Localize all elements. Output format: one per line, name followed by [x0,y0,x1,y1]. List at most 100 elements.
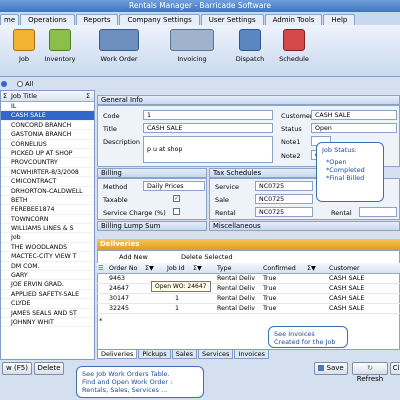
work-orders-callout: See Job Work Orders Table. Find and Open… [76,366,204,398]
col-order-no[interactable]: Order No [109,263,137,274]
customer-field[interactable]: CASH SALE [311,110,397,120]
job-list-item[interactable]: IL [1,102,94,112]
schedule-icon [283,29,305,51]
rental-tax-select[interactable]: NC0725 [255,207,313,217]
job-list: Σ Job Title Σ IL CASH SALE CONCORD BRANCH G… [0,90,95,360]
menu-company-settings[interactable]: Company Settings [119,14,200,25]
sigma-filter-icon[interactable]: Σ▼ [307,263,316,274]
menu-user-settings[interactable]: User Settings [200,14,264,25]
note2-label: Note2 [281,152,301,160]
invoicing-icon [170,29,214,51]
table-row[interactable]: 9463 Rental Deliv True CASH SALE [97,274,400,284]
menu-home[interactable]: me [0,14,20,25]
dispatch-button[interactable]: Dispatch [230,29,270,73]
job-list-item[interactable]: CASH SALE [1,111,94,121]
job-list-item[interactable]: Job [1,233,94,243]
col-type[interactable]: Type [217,263,231,274]
tab-services[interactable]: Services [198,349,234,359]
job-list-header: Σ Job Title Σ [1,91,94,102]
job-list-item[interactable]: CONCORD BRANCH [1,121,94,131]
col-job-id[interactable]: Job Id [167,263,185,274]
close-button[interactable]: Cl [390,362,400,375]
job-list-item[interactable]: CLYDE [1,299,94,309]
filter-radio-active[interactable] [1,81,7,87]
status-field[interactable]: Open [311,123,397,133]
job-list-item[interactable]: DM COM. [1,262,94,272]
inventory-button[interactable]: Inventory [42,29,78,73]
tab-invoices[interactable]: Invoices [234,349,270,359]
job-list-item[interactable]: FEREBEE1874 [1,205,94,215]
delete-selected-button[interactable]: Delete Selected [181,253,233,261]
job-list-item[interactable]: DRHORTON-CALDWELL [1,187,94,196]
job-list-item[interactable]: THE WOODLANDS [1,243,94,253]
refresh-button[interactable]: ↻ Refresh [352,362,388,383]
inventory-icon [49,29,71,51]
work-order-tooltip: Open WO: 24647 [151,281,211,292]
job-list-item[interactable]: CMICONTRACT [1,177,94,187]
job-list-item[interactable]: MACTEC-CITY VIEW T [1,252,94,262]
col-customer[interactable]: Customer [329,263,360,274]
menu-help[interactable]: Help [323,14,356,25]
job-list-item[interactable]: CORNELIUS [1,140,94,149]
job-list-item[interactable]: WILLIAMS LINES & S [1,224,94,234]
job-list-item[interactable]: PROVCOUNTRY [1,158,94,168]
cell-order: 9463 [109,275,126,282]
taxable-checkbox[interactable]: ✓ [173,195,180,202]
job-list-item[interactable]: JOE ERVIN GRAD. [1,280,94,290]
cell-type: Rental Deliv [217,275,255,282]
menu-reports[interactable]: Reports [75,14,119,25]
grid-settings-icon[interactable]: ☰ [98,263,104,274]
deliveries-tabs: Deliveries Pickups Sales Services Invoic… [97,349,270,359]
title-field[interactable]: CASH SALE [143,123,273,133]
table-row[interactable]: 30147 1 Rental Deliv True CASH SALE [97,294,400,304]
menu-admin-tools[interactable]: Admin Tools [264,14,323,25]
job-list-item[interactable]: PICKED UP AT SHOP [1,149,94,159]
job-button[interactable]: Job [6,29,42,73]
tab-pickups[interactable]: Pickups [138,349,171,359]
job-list-item[interactable]: GARY [1,271,94,281]
cell-customer: CASH SALE [329,275,365,282]
delete-job-button[interactable]: Delete [34,362,64,375]
cell-job: 1 [175,305,180,312]
tab-deliveries[interactable]: Deliveries [97,349,138,359]
job-list-item[interactable]: BETH [1,196,94,206]
sigma-filter-icon[interactable]: Σ▼ [145,263,154,274]
service-charge-label: Service Charge (%) [103,209,166,217]
job-list-item[interactable]: MCWHIRTER-8/3/2008 [1,168,94,178]
deliveries-grid-header: ☰ Order No Σ▼ Job Id Σ▼ Type Confirmed Σ… [97,263,400,274]
save-button[interactable]: Save [314,362,348,375]
col-confirmed[interactable]: Confirmed [263,263,296,274]
description-field[interactable]: p u at shop [143,136,273,163]
table-row[interactable]: 246471Rental DelivTrueCASH SALE [97,284,400,294]
rental-field[interactable] [359,207,397,217]
table-row[interactable]: 32245 1 Rental Deliv True CASH SALE [97,304,400,314]
new-job-button[interactable]: w (F5) [2,362,32,375]
billing-header: Billing [97,168,207,178]
job-list-item[interactable]: TOWNCORN [1,215,94,225]
filter-radio-all[interactable] [17,81,24,87]
job-list-item[interactable]: JOHNNY WHIT [1,318,94,328]
tab-sales[interactable]: Sales [171,349,197,359]
job-list-item[interactable]: GASTONIA BRANCH [1,130,94,140]
add-new-button[interactable]: Add New [119,253,148,261]
sigma-filter-icon[interactable]: Σ▼ [193,263,202,274]
work-order-button[interactable]: Work Order [86,29,152,73]
sigma-icon[interactable]: Σ [86,91,94,101]
code-field[interactable]: 1 [143,110,273,120]
general-info-header: General Info [97,95,400,105]
description-label: Description [103,138,141,146]
method-select[interactable]: Daily Prices [143,181,205,191]
new-row-marker: * [99,317,103,325]
job-list-item[interactable]: JAMES SEALS AND ST [1,309,94,318]
job-list-item[interactable]: APPLIED SAFETY-SALE [1,290,94,300]
invoicing-button[interactable]: Invoicing [162,29,222,73]
menu-operations[interactable]: Operations [20,14,75,25]
cell-order: 24647 [109,285,130,292]
sale-tax-select[interactable]: NC0725 [255,194,313,204]
cell-order: 32245 [109,305,130,312]
service-charge-checkbox[interactable] [173,208,180,215]
sigma-icon[interactable]: Σ [3,91,11,101]
sale-tax-label: Sale [215,196,229,204]
service-tax-select[interactable]: NC0725 [255,181,313,191]
schedule-button[interactable]: Schedule [274,29,314,73]
